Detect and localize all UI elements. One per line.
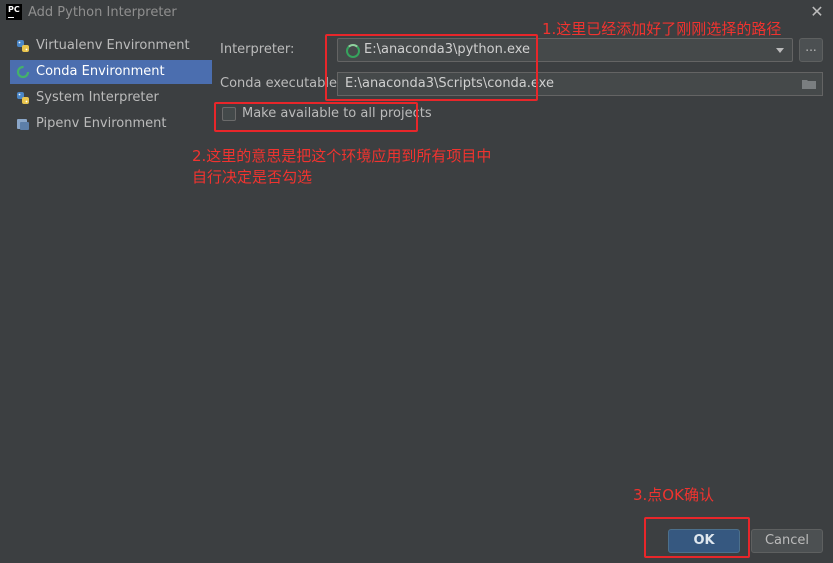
ok-button[interactable]: OK	[668, 529, 740, 553]
annotation-note-1: 1.这里已经添加好了刚刚选择的路径	[542, 20, 782, 38]
sidebar-item-system[interactable]: System Interpreter	[10, 86, 212, 110]
close-icon[interactable]: ✕	[807, 2, 827, 22]
interpreter-label: Interpreter:	[220, 42, 295, 57]
browse-interpreter-button[interactable]: ...	[799, 38, 823, 62]
sidebar-item-label: System Interpreter	[36, 90, 159, 105]
python-icon	[17, 40, 29, 52]
annotation-note-2-line-2: 自行决定是否勾选	[192, 168, 313, 186]
chevron-down-icon[interactable]	[776, 48, 784, 53]
annotation-note-2-line-1: 2.这里的意思是把这个环境应用到所有项目中	[192, 147, 492, 165]
sidebar-item-label: Virtualenv Environment	[36, 38, 190, 53]
conda-icon	[16, 65, 30, 79]
window-title: Add Python Interpreter	[28, 5, 177, 20]
folder-icon[interactable]	[802, 79, 816, 89]
python-icon	[17, 92, 29, 104]
annotation-box-paths	[325, 34, 538, 101]
annotation-note-3: 3.点OK确认	[633, 486, 714, 504]
sidebar-item-label: Conda Environment	[36, 64, 165, 79]
environment-type-list: Virtualenv Environment Conda Environment…	[0, 34, 212, 144]
sidebar-item-label: Pipenv Environment	[36, 116, 167, 131]
cancel-button[interactable]: Cancel	[751, 529, 823, 553]
pipenv-icon	[17, 119, 29, 130]
conda-executable-label: Conda executable:	[220, 76, 342, 91]
annotation-box-checkbox	[214, 102, 418, 132]
sidebar-item-virtualenv[interactable]: Virtualenv Environment	[10, 34, 212, 58]
sidebar-item-conda[interactable]: Conda Environment	[10, 60, 212, 84]
sidebar-item-pipenv[interactable]: Pipenv Environment	[10, 112, 212, 136]
pycharm-logo-icon: PC	[6, 4, 22, 20]
